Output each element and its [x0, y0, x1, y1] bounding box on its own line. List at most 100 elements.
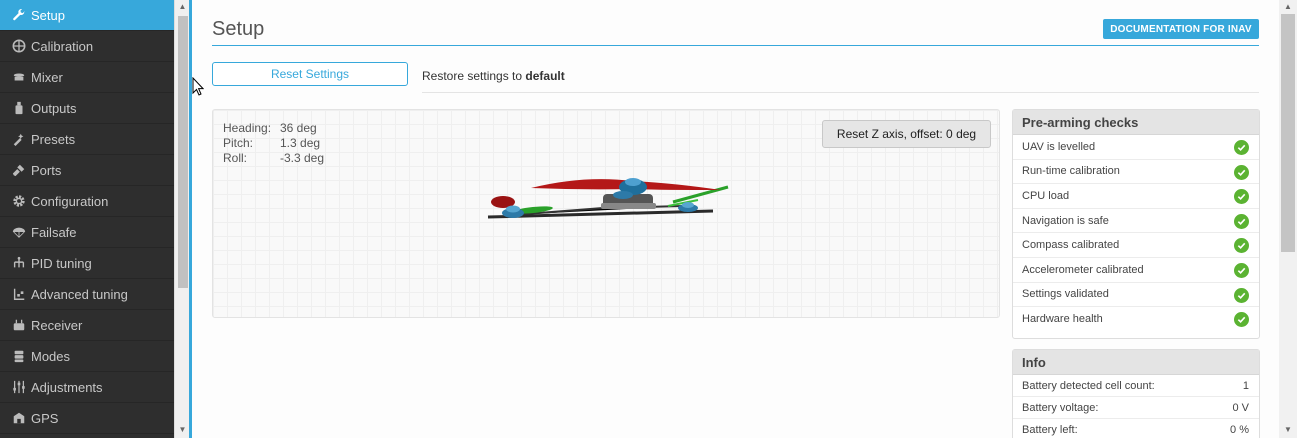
main-content: Setup DOCUMENTATION FOR INAV Reset Setti… [192, 0, 1279, 438]
check-ok-icon [1234, 140, 1249, 155]
check-row: Compass calibrated [1013, 233, 1259, 258]
sidebar-item-label: Ports [31, 162, 62, 178]
sidebar-item-label: Setup [31, 7, 65, 23]
sidebar-item-label: Receiver [31, 317, 83, 333]
sidebar-item-label: GPS [31, 410, 59, 426]
scroll-down-arrow-icon[interactable]: ▼ [175, 424, 190, 436]
model-view-panel: Heading: 36 deg Pitch: 1.3 deg Roll: -3.3 d… [212, 109, 1000, 318]
reset-z-axis-button[interactable]: Reset Z axis, offset: 0 deg [822, 120, 991, 148]
check-row: Settings validated [1013, 283, 1259, 308]
scroll-down-arrow-icon[interactable]: ▼ [1279, 424, 1297, 436]
roll-value: -3.3 deg [280, 151, 325, 165]
sidebar-item-calibration[interactable]: Calibration [0, 31, 174, 62]
sidebar-item-label: Calibration [31, 38, 94, 54]
restore-target: default [525, 69, 565, 83]
wrench-icon [12, 8, 26, 22]
sidebar-item-gps[interactable]: GPS [0, 403, 174, 434]
check-ok-icon [1234, 287, 1249, 303]
page-title: Setup [212, 18, 265, 40]
sidebar-item-mixer[interactable]: Mixer [0, 62, 174, 93]
sidebar-item-label: Adjustments [31, 379, 103, 395]
info-value: 0 V [1232, 401, 1249, 414]
main-scroll-thumb[interactable] [1281, 14, 1295, 252]
sidebar-item-configuration[interactable]: Configuration [0, 186, 174, 217]
attitude-readout: Heading: 36 deg Pitch: 1.3 deg Roll: -3.3 d… [223, 121, 324, 166]
presets-icon [12, 132, 26, 146]
receiver-icon [12, 318, 26, 332]
info-label: Battery left: [1022, 423, 1078, 436]
check-ok-icon [1234, 213, 1249, 229]
check-row: UAV is levelled [1013, 135, 1259, 160]
sidebar-item-outputs[interactable]: Outputs [0, 93, 174, 124]
sidebar-item-adjustments[interactable]: Adjustments [0, 372, 174, 403]
drone-model [487, 178, 729, 219]
pre-arming-checks-title: Pre-arming checks [1013, 110, 1259, 135]
info-label: Battery voltage: [1022, 401, 1099, 414]
check-label: Run-time calibration [1022, 165, 1120, 178]
modes-icon [12, 349, 26, 363]
outputs-icon [12, 101, 26, 115]
info-value: 1 [1242, 379, 1249, 392]
sliders-icon [12, 380, 26, 394]
sidebar-item-presets[interactable]: Presets [0, 124, 174, 155]
mouse-pointer-icon [192, 77, 204, 96]
restore-divider [422, 92, 1259, 93]
reset-settings-button[interactable]: Reset Settings [212, 62, 408, 86]
sidebar-scrollbar[interactable]: ▲ ▼ [174, 0, 189, 438]
check-ok-icon [1234, 312, 1249, 328]
info-label: Battery detected cell count: [1022, 379, 1155, 392]
info-row: Battery detected cell count: 1 [1013, 375, 1259, 397]
sidebar-item-receiver[interactable]: Receiver [0, 310, 174, 341]
mixer-icon [12, 70, 26, 84]
sidebar-item-modes[interactable]: Modes [0, 341, 174, 372]
check-label: Accelerometer calibrated [1022, 263, 1144, 276]
scroll-up-arrow-icon[interactable]: ▲ [175, 1, 190, 13]
check-ok-icon [1234, 262, 1249, 278]
check-row: Hardware health [1013, 307, 1259, 332]
check-row: CPU load [1013, 184, 1259, 209]
sidebar-item-label: Outputs [31, 100, 77, 116]
main-scrollbar[interactable]: ▲ ▼ [1279, 0, 1297, 438]
app-window: Setup Calibration Mixer Outputs Presets … [0, 0, 1297, 438]
check-row: Accelerometer calibrated [1013, 258, 1259, 283]
documentation-button[interactable]: DOCUMENTATION FOR INAV [1103, 19, 1259, 39]
info-title: Info [1013, 350, 1259, 375]
info-row: Battery left: 0 % [1013, 419, 1259, 438]
sidebar-item-pid-tuning[interactable]: PID tuning [0, 248, 174, 279]
heading-value: 36 deg [280, 121, 317, 135]
gear-icon [12, 194, 26, 208]
restore-settings-text: Restore settings to default [422, 69, 565, 83]
sidebar-item-setup[interactable]: Setup [0, 0, 174, 31]
gps-icon [12, 411, 26, 425]
roll-label: Roll: [223, 151, 248, 165]
scroll-up-arrow-icon[interactable]: ▲ [1279, 1, 1297, 13]
sidebar-item-label: Modes [31, 348, 71, 364]
sidebar-item-label: Mixer [31, 69, 63, 85]
sidebar-item-advanced-tuning[interactable]: Advanced tuning [0, 279, 174, 310]
pid-icon [12, 256, 26, 270]
check-row: Navigation is safe [1013, 209, 1259, 234]
sidebar-item-failsafe[interactable]: Failsafe [0, 217, 174, 248]
check-label: Settings validated [1022, 288, 1109, 301]
pre-arming-checks-panel: Pre-arming checks UAV is levelled Run-ti… [1012, 109, 1260, 339]
pitch-label: Pitch: [223, 136, 254, 150]
info-panel: Info Battery detected cell count: 1 Batte… [1012, 349, 1260, 438]
sidebar-item-label: Advanced tuning [31, 286, 128, 302]
sidebar-item-label: PID tuning [31, 255, 92, 271]
check-label: Hardware health [1022, 313, 1103, 326]
sidebar-item-ports[interactable]: Ports [0, 155, 174, 186]
check-row: Run-time calibration [1013, 160, 1259, 185]
sidebar-scroll-thumb[interactable] [178, 16, 188, 288]
sidebar-nav: Setup Calibration Mixer Outputs Presets … [0, 0, 174, 438]
info-row: Battery voltage: 0 V [1013, 397, 1259, 419]
restore-prefix: Restore settings to [422, 69, 523, 83]
title-divider [212, 45, 1259, 46]
pitch-value: 1.3 deg [280, 136, 321, 150]
sidebar-item-label: Presets [31, 131, 76, 147]
check-label: Compass calibrated [1022, 239, 1120, 252]
sidebar-item-label: Failsafe [31, 224, 77, 240]
plug-icon [12, 163, 26, 177]
info-value: 0 % [1230, 423, 1249, 436]
check-label: Navigation is safe [1022, 214, 1109, 227]
advanced-icon [12, 287, 26, 301]
